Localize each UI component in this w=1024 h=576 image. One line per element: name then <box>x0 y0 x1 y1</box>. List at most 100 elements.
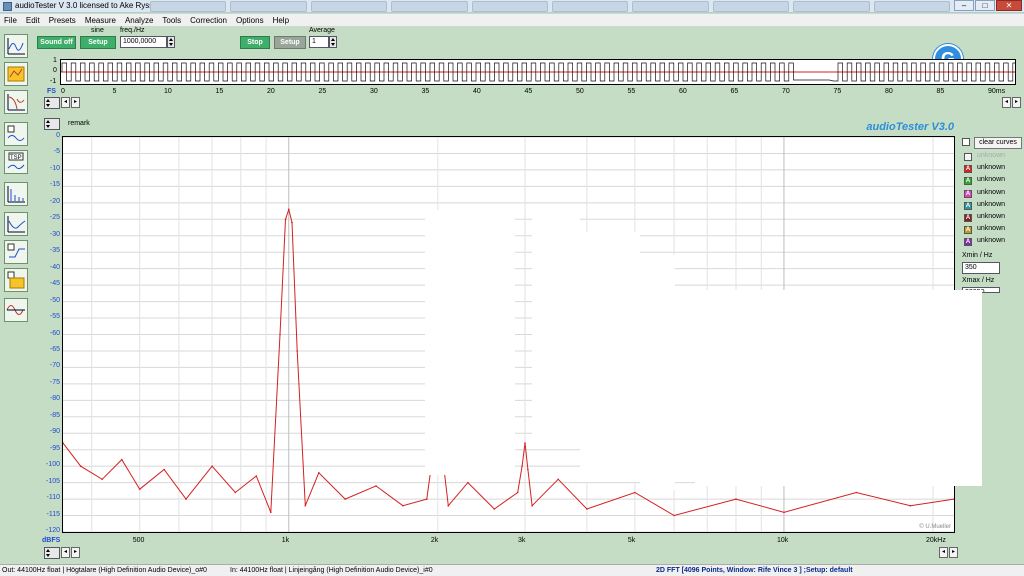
scope-xtick: 15 <box>215 88 224 95</box>
menu-presets[interactable]: Presets <box>49 16 76 25</box>
spectrum-zoom-spinner[interactable] <box>44 547 60 559</box>
y-tick-label: -10 <box>49 164 60 172</box>
x-tick-label: 1k <box>281 537 290 544</box>
close-button[interactable]: ✕ <box>996 0 1022 11</box>
scope-xtick: 45 <box>524 88 533 95</box>
y-tick-label: -105 <box>45 477 60 485</box>
fft-mode-icon[interactable] <box>4 90 28 114</box>
scope-scroll-left[interactable]: ◂ <box>61 97 70 108</box>
sound-off-button[interactable]: Sound off <box>37 36 76 49</box>
spectrum-data-point <box>634 491 636 494</box>
scope-xtick: 20 <box>267 88 275 95</box>
scope-xtick: 80 <box>885 88 893 95</box>
y-tick-label: -100 <box>45 461 60 469</box>
impulse-mode-icon[interactable] <box>4 122 28 146</box>
spectrum-data-point <box>138 488 141 491</box>
legend-swatch-icon[interactable] <box>964 153 972 161</box>
y-tick-label: -80 <box>49 395 60 403</box>
spectrum-data-point <box>270 511 272 514</box>
scope-end-right[interactable]: ▸ <box>1012 97 1021 108</box>
scope-mode-icon[interactable] <box>4 34 28 58</box>
status-mode: 2D FFT [4096 Points, Window: Rife Vince … <box>656 567 853 574</box>
menu-tools[interactable]: Tools <box>162 16 181 25</box>
spectrum-end-left[interactable]: ◂ <box>939 547 948 558</box>
generator-mode-icon[interactable] <box>4 268 28 292</box>
y-tick-label: -50 <box>49 296 60 304</box>
maximize-button[interactable]: □ <box>975 0 995 11</box>
tsp-mode-icon[interactable]: TSP <box>4 150 28 174</box>
oscilloscope-view[interactable] <box>60 59 1018 85</box>
minimize-button[interactable]: – <box>954 0 974 11</box>
menu-edit[interactable]: Edit <box>26 16 40 25</box>
x-tick-label: 20kHz <box>926 537 946 544</box>
spectrum-data-point <box>402 504 404 507</box>
distortion-mode-icon[interactable] <box>4 182 28 206</box>
clear-curves-button[interactable]: clear curves <box>974 137 1022 149</box>
frequency-response-icon[interactable] <box>4 212 28 236</box>
legend-swatch-icon[interactable]: A <box>964 189 972 198</box>
menu-options[interactable]: Options <box>236 16 264 25</box>
legend-swatch-icon[interactable]: A <box>964 165 972 174</box>
legend-label: unknown <box>977 188 1006 196</box>
spectrum-end-right[interactable]: ▸ <box>949 547 958 558</box>
average-input[interactable]: 1 <box>309 36 329 48</box>
menu-file[interactable]: File <box>4 16 17 25</box>
spectrum-data-point <box>79 465 82 468</box>
y-tick-label: 0 <box>56 132 60 139</box>
clear-curves-checkbox[interactable] <box>962 138 970 146</box>
frequency-spinner[interactable] <box>167 36 175 48</box>
y-tick-label: -30 <box>49 230 60 238</box>
scope-end-left[interactable]: ◂ <box>1002 97 1011 108</box>
freq-label: freq./Hz <box>120 27 145 34</box>
x-tick-label: 500 <box>132 537 145 544</box>
legend-swatch-icon[interactable]: A <box>964 238 972 247</box>
spectrum-data-point <box>101 478 103 481</box>
spectrum-data-point <box>185 498 187 500</box>
y-tick-label: -55 <box>49 313 60 321</box>
spectrum-data-point <box>279 333 281 336</box>
stop-button[interactable]: Stop <box>240 36 270 49</box>
y-tick-label: -20 <box>49 197 60 205</box>
obscured-region <box>695 290 982 486</box>
legend-swatch-icon[interactable]: A <box>964 177 972 186</box>
x-tick-label: 2k <box>430 537 439 544</box>
spectrum-data-point <box>673 514 675 517</box>
spectrum-data-point <box>557 478 559 481</box>
background-tabs <box>150 1 951 12</box>
y-tick-label: -25 <box>49 214 60 222</box>
average-label: Average <box>309 27 335 34</box>
spectrum-scroll-left[interactable]: ◂ <box>61 547 70 558</box>
legend-label: unknown <box>977 213 1006 220</box>
y-tick-label: -40 <box>49 263 60 271</box>
frequency-input[interactable]: 1000,0000 <box>120 36 167 48</box>
remark-spinner[interactable] <box>44 118 60 130</box>
average-spinner[interactable] <box>329 36 337 48</box>
obscured-region <box>640 255 675 490</box>
xmin-input[interactable]: 350 <box>962 262 1000 274</box>
setup-button[interactable]: Setup <box>80 36 116 49</box>
svg-text:TSP: TSP <box>10 155 22 161</box>
filter-mode-icon[interactable] <box>4 240 28 264</box>
menu-measure[interactable]: Measure <box>85 16 116 25</box>
scope-zoom-spinner[interactable] <box>44 97 60 109</box>
menu-correction[interactable]: Correction <box>190 16 227 25</box>
scope-ytick: 1 <box>53 57 57 64</box>
spectrum-scroll-right[interactable]: ▸ <box>71 547 80 558</box>
scope-xtick: 25 <box>318 88 327 95</box>
setup-analyzer-button[interactable]: Setup <box>274 36 306 49</box>
spectrum-data-point <box>288 208 290 211</box>
xy-mode-icon[interactable] <box>4 62 28 86</box>
scope-scroll-right[interactable]: ▸ <box>71 97 80 108</box>
legend-swatch-icon[interactable]: A <box>964 214 972 222</box>
spectrum-data-point <box>855 491 858 494</box>
legend-label: unknown <box>977 164 1006 172</box>
legend-swatch-icon[interactable]: A <box>964 201 972 210</box>
obscured-region <box>425 210 515 475</box>
scope-xtick: 50 <box>576 88 584 95</box>
legend-swatch-icon[interactable]: A <box>964 226 972 235</box>
menu-help[interactable]: Help <box>273 16 289 25</box>
menu-analyze[interactable]: Analyze <box>125 16 153 25</box>
spectrum-data-point <box>296 350 298 352</box>
y-tick-label: -85 <box>49 411 60 419</box>
sweep-mode-icon[interactable] <box>4 298 28 322</box>
